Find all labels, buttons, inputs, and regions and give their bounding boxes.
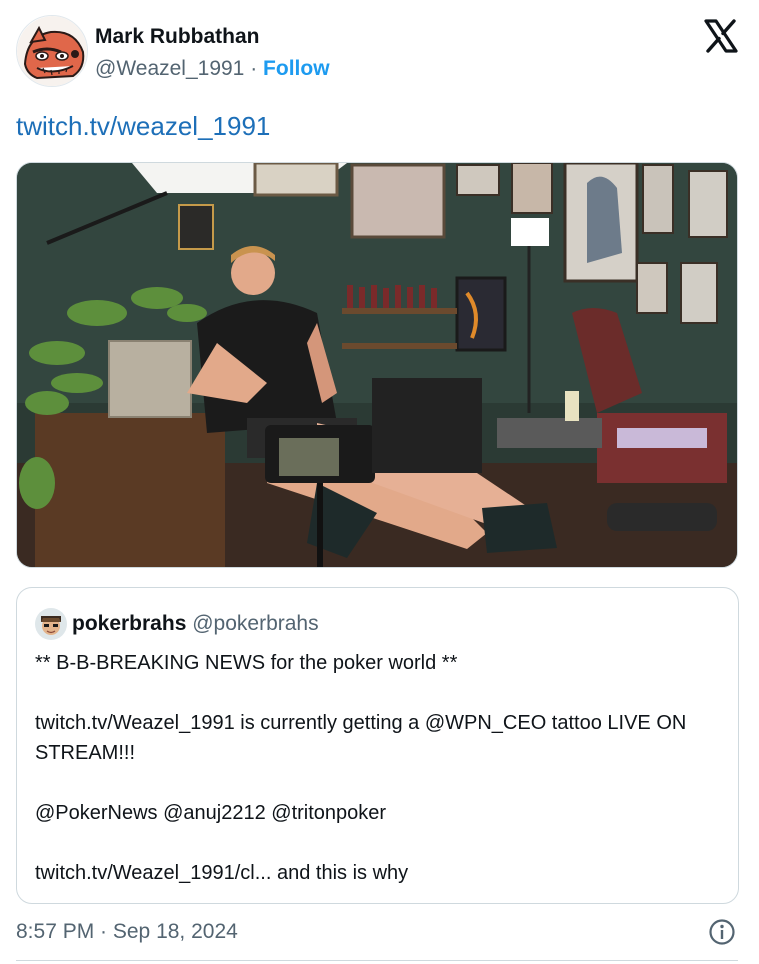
author-name[interactable]: Mark Rubbathan bbox=[95, 23, 330, 51]
follow-button[interactable]: Follow bbox=[263, 57, 330, 80]
quoted-header: pokerbrahs @pokerbrahs bbox=[72, 609, 319, 639]
info-icon[interactable] bbox=[708, 918, 736, 946]
timestamp[interactable]: 8:57 PM · Sep 18, 2024 bbox=[16, 916, 238, 948]
author-avatar[interactable] bbox=[16, 15, 88, 87]
quoted-tweet[interactable]: pokerbrahs @pokerbrahs ** B-B-BREAKING N… bbox=[16, 587, 739, 904]
tweet-footer: 8:57 PM · Sep 18, 2024 bbox=[16, 916, 738, 948]
pokerbrahs-avatar-icon bbox=[35, 608, 67, 640]
tweet-header: Mark Rubbathan @Weazel_1991 · Follow bbox=[16, 15, 743, 91]
post-photo[interactable] bbox=[16, 162, 738, 568]
post-link[interactable]: twitch.tv/weazel_1991 bbox=[16, 108, 270, 144]
separator-dot: · bbox=[250, 57, 258, 80]
author-handle[interactable]: @Weazel_1991 bbox=[95, 57, 244, 80]
quoted-author-handle[interactable]: @pokerbrahs bbox=[192, 612, 318, 635]
quoted-text: ** B-B-BREAKING NEWS for the poker world… bbox=[35, 648, 725, 888]
x-logo-icon[interactable] bbox=[703, 18, 739, 54]
tattoo-studio-photo bbox=[17, 163, 737, 567]
quoted-paragraph: twitch.tv/Weazel_1991 is currently getti… bbox=[35, 712, 687, 764]
author-info: Mark Rubbathan @Weazel_1991 · Follow bbox=[95, 23, 330, 84]
author-handle-line: @Weazel_1991 · Follow bbox=[95, 54, 330, 84]
divider bbox=[16, 960, 738, 961]
quoted-avatar[interactable] bbox=[35, 608, 67, 640]
weasel-avatar-icon bbox=[17, 16, 87, 86]
quoted-paragraph: @PokerNews @anuj2212 @tritonpoker bbox=[35, 802, 387, 824]
quoted-paragraph: ** B-B-BREAKING NEWS for the poker world… bbox=[35, 652, 458, 674]
quoted-author-name[interactable]: pokerbrahs bbox=[72, 612, 186, 635]
quoted-paragraph: twitch.tv/Weazel_1991/cl... and this is … bbox=[35, 862, 409, 884]
